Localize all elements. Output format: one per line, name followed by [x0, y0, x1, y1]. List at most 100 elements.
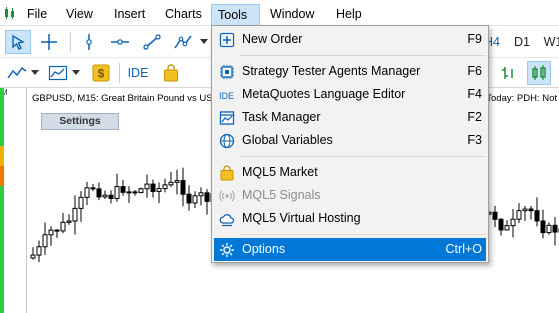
candle-body [540, 220, 546, 234]
candlestick-icon [532, 65, 546, 80]
crosshair-tool-button[interactable] [36, 30, 62, 54]
candle-body [138, 188, 144, 194]
candle-body [108, 194, 114, 200]
timeframe-w1-button[interactable]: W1 [541, 30, 559, 54]
menu-item-shortcut: F6 [467, 64, 482, 78]
candle-body [504, 225, 510, 231]
menu-item-task-manager[interactable]: Task Manager F2 [214, 106, 486, 129]
global-variables-icon [219, 133, 235, 149]
timeframe-d1-button[interactable]: D1 [510, 30, 534, 54]
candle-body [30, 254, 36, 259]
menu-item-mql5-virtual-hosting[interactable]: MQL5 Virtual Hosting [214, 207, 486, 230]
candle-body [186, 193, 192, 204]
tools-menu: New Order F9 Strategy Tester Agents Mana… [211, 25, 489, 263]
bar-chart-button[interactable] [496, 61, 520, 85]
candle-body [534, 210, 540, 222]
agents-manager-icon [220, 65, 234, 79]
shopping-bag-icon [164, 64, 178, 82]
candle-body [126, 191, 132, 194]
candle-body [516, 210, 522, 220]
candle-body [192, 195, 198, 204]
menu-item-label: MQL5 Market [242, 165, 318, 179]
candle-body [66, 220, 72, 223]
signals-icon [219, 190, 235, 202]
candle-body [168, 181, 174, 186]
candle-body [42, 234, 48, 248]
horizontal-line-button[interactable] [108, 30, 132, 54]
menu-item-label: New Order [242, 32, 303, 46]
candle-body [522, 208, 528, 212]
candle-body [132, 191, 138, 194]
candle-body [48, 229, 54, 236]
candle-body [552, 224, 558, 233]
menu-window[interactable]: Window [264, 3, 320, 25]
svg-text:IDE: IDE [219, 91, 234, 101]
trend-line-button[interactable] [140, 30, 164, 54]
menu-item-mql5-signals: MQL5 Signals [214, 184, 486, 207]
candle-body [78, 196, 84, 209]
menu-item-label: MQL5 Virtual Hosting [242, 211, 361, 225]
candle-body [150, 183, 156, 192]
candle-body [546, 224, 552, 234]
menu-charts[interactable]: Charts [159, 3, 208, 25]
menu-tools[interactable]: Tools [211, 4, 260, 26]
menu-item-shortcut: F9 [467, 32, 482, 46]
candle-body [180, 180, 186, 195]
svg-text:$: $ [98, 67, 105, 81]
settings-button[interactable]: Settings [41, 113, 119, 130]
candle-body [492, 211, 498, 220]
market-button[interactable] [159, 61, 183, 85]
candle-body [174, 180, 180, 183]
menu-item-shortcut: F4 [467, 87, 482, 101]
menu-separator [240, 156, 486, 157]
menu-item-global-variables[interactable]: Global Variables F3 [214, 129, 486, 152]
market-bag-icon [220, 165, 234, 181]
candle-body [528, 208, 534, 212]
chart-template-icon [48, 65, 68, 81]
chevron-down-icon [31, 70, 39, 75]
cursor-tool-button[interactable] [5, 30, 31, 54]
menu-item-metaquotes-language-editor[interactable]: IDE MetaQuotes Language Editor F4 [214, 83, 486, 106]
menu-view[interactable]: View [60, 3, 99, 25]
candle-body [156, 188, 162, 192]
candle-body [84, 187, 90, 198]
menu-item-mql5-market[interactable]: MQL5 Market [214, 161, 486, 184]
cloud-icon [219, 214, 235, 227]
gear-icon [220, 243, 234, 257]
menu-file[interactable]: File [21, 3, 53, 25]
candle-body [96, 188, 102, 198]
chart-info-label: Today: PDH: Not [486, 93, 557, 104]
chevron-down-icon [72, 70, 80, 75]
ide-button[interactable]: IDE [125, 61, 151, 85]
templates-dropdown[interactable] [71, 61, 81, 85]
chart-title: GBPUSD, M15: Great Britain Pound vs US [32, 93, 213, 104]
menu-separator [240, 55, 486, 56]
menu-item-options[interactable]: Options Ctrl+O [214, 238, 486, 261]
menu-item-strategy-tester-agents-manager[interactable]: Strategy Tester Agents Manager F6 [214, 60, 486, 83]
menu-item-shortcut: F2 [467, 110, 482, 124]
vertical-line-button[interactable] [78, 30, 100, 54]
menu-item-new-order[interactable]: New Order F9 [214, 28, 486, 51]
indicators-dropdown[interactable] [30, 61, 40, 85]
candle-body [36, 246, 42, 256]
candle-body [114, 186, 120, 200]
horizontal-line-icon [111, 39, 129, 45]
menu-item-label: Options [242, 242, 286, 256]
trend-line-icon [143, 34, 161, 50]
cursor-icon [12, 34, 25, 50]
bar-chart-icon [502, 67, 513, 79]
candle-body [72, 207, 78, 222]
menu-help[interactable]: Help [330, 3, 368, 25]
polyline-button[interactable] [171, 30, 195, 54]
templates-button[interactable] [46, 61, 70, 85]
candlestick-chart-button[interactable] [527, 61, 551, 85]
algo-trading-button[interactable]: $ [90, 61, 112, 85]
more-tools-button[interactable] [198, 30, 210, 54]
indicators-button[interactable] [5, 61, 29, 85]
menu-insert[interactable]: Insert [108, 3, 151, 25]
app-candles-icon[interactable] [3, 6, 17, 20]
menu-item-label: MetaQuotes Language Editor [242, 87, 406, 101]
left-color-strip [0, 88, 4, 313]
chevron-down-icon [200, 39, 208, 44]
candle-body [498, 218, 504, 231]
